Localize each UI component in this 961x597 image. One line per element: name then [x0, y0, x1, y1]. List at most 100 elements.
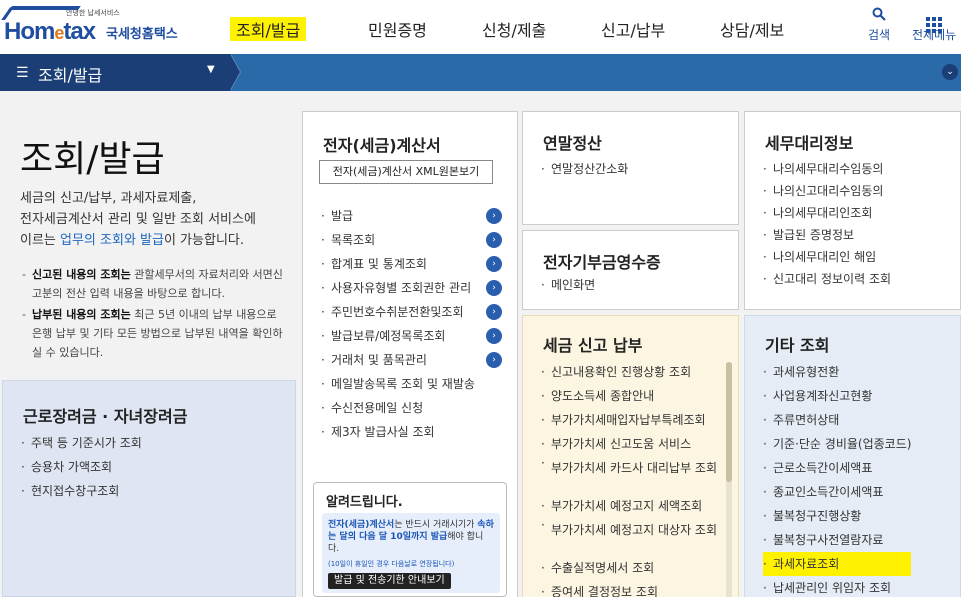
list-item[interactable]: 부가가치세 예정고지 대상자 조회: [541, 518, 727, 556]
list-item[interactable]: 목록조회›: [321, 228, 502, 252]
other-inquiry-panel: 기타 조회 과세유형전환 사업용계좌신고현황 주류면허상태 기준·단순 경비율(…: [744, 315, 961, 597]
scrollbar-thumb[interactable]: [726, 362, 732, 482]
panel-title: 전자기부금영수증: [543, 253, 661, 272]
list-item[interactable]: 부가가치세매입자납부특례조회: [541, 408, 727, 432]
list-item[interactable]: 나의세무대리수임동의: [763, 158, 891, 180]
all-menu-button[interactable]: 전체메뉴: [912, 6, 956, 43]
list-item[interactable]: 사업용계좌신고현황: [763, 384, 911, 408]
list-item[interactable]: 사용자유형별 조회권한 관리›: [321, 276, 502, 300]
list-item[interactable]: 현지접수창구조회: [21, 479, 142, 503]
tax-filing-list: 신고내용확인 진행상황 조회 양도소득세 종합안내 부가가치세매입자납부특례조회…: [541, 360, 727, 597]
hamburger-icon: ☰: [16, 65, 29, 81]
list-item[interactable]: 증여세 결정정보 조회: [541, 580, 727, 597]
list-item[interactable]: 불복청구진행상황: [763, 504, 911, 528]
gnb-menu-application[interactable]: 신청/제출: [482, 17, 546, 41]
gnb-menu-inquiry[interactable]: 조회/발급: [230, 17, 307, 41]
list-item[interactable]: 수신전용메일 신청: [321, 396, 501, 420]
list-item[interactable]: 부가가치세 예정고지 세액조회: [541, 494, 727, 518]
incentive-panel: 근로장려금 · 자녀장려금 주택 등 기준시가 조회 승용차 가액조회 현지접수…: [2, 380, 296, 597]
search-button[interactable]: 검색: [868, 6, 890, 43]
intro-link[interactable]: 업무의 조회와 발급: [60, 233, 164, 248]
list-item[interactable]: 발급›: [321, 204, 502, 228]
notice-title: 알려드립니다.: [326, 495, 403, 510]
hometax-logo[interactable]: 안녕한 납세서비스 Hometax 국세청홈택스: [1, 4, 194, 48]
list-item[interactable]: 발급보류/예정목록조회›: [321, 324, 502, 348]
list-item[interactable]: 주류면허상태: [763, 408, 911, 432]
gnb-menu-certificate[interactable]: 민원증명: [368, 17, 427, 41]
chevron-right-icon[interactable]: ›: [486, 304, 502, 320]
list-item[interactable]: 나의세무대리인조회: [763, 202, 891, 224]
einvoice-list: 발급› 목록조회› 합계표 및 통계조회› 사용자유형별 조회권한 관리› 주민…: [321, 204, 507, 444]
expand-chevron-icon[interactable]: ⌄: [942, 64, 958, 80]
xml-view-button[interactable]: 전자(세금)계산서 XML원본보기: [319, 160, 493, 184]
panel-title: 전자(세금)계산서: [323, 136, 441, 155]
logo-wordmark: Hometax: [4, 18, 96, 45]
incentive-list: 주택 등 기준시가 조회 승용차 가액조회 현지접수창구조회: [21, 431, 142, 503]
other-inquiry-list: 과세유형전환 사업용계좌신고현황 주류면허상태 기준·단순 경비율(업종코드) …: [763, 360, 912, 597]
chevron-right-icon[interactable]: ›: [486, 256, 502, 272]
gnb-menu-consult[interactable]: 상담/제보: [720, 17, 784, 41]
list-item[interactable]: 과세유형전환: [763, 360, 911, 384]
donation-panel: 전자기부금영수증 메인화면: [522, 230, 739, 310]
notice-box: 알려드립니다. 전자(세금)계산서는 반드시 거래시기가 속하는 달의 다음 달…: [313, 482, 507, 597]
yearend-list: 연말정산간소화: [541, 157, 628, 181]
list-item[interactable]: 부가가치세 카드사 대리납부 조회: [541, 456, 727, 494]
list-item[interactable]: 수출실적명세서 조회: [541, 556, 727, 580]
list-item[interactable]: 종교인소득간이세액표: [763, 480, 911, 504]
list-item[interactable]: 부가가치세 신고도움 서비스: [541, 432, 727, 456]
panel-title: 연말정산: [543, 134, 602, 153]
chevron-right-icon[interactable]: ›: [486, 280, 502, 296]
chevron-right-icon[interactable]: ›: [486, 232, 502, 248]
caret-down-icon: ▼: [207, 64, 215, 75]
notice-small-text: (10일이 휴일인 경우 다음날로 연장됩니다): [328, 560, 455, 568]
panel-scrollbar[interactable]: [726, 362, 732, 597]
logo-korean-name: 국세청홈택스: [106, 27, 178, 42]
chevron-right-icon[interactable]: ›: [486, 352, 502, 368]
list-item[interactable]: 주택 등 기준시가 조회: [21, 431, 142, 455]
list-item[interactable]: 메인화면: [541, 273, 595, 297]
list-item[interactable]: 양도소득세 종합안내: [541, 384, 727, 408]
intro-description: 세금의 신고/납부, 과세자료제출, 전자세금계산서 관리 및 일반 조회 서비…: [20, 191, 256, 248]
list-item[interactable]: 신고대리 정보이력 조회: [763, 268, 891, 290]
tax-agent-panel: 세무대리정보 나의세무대리수임동의 나의신고대리수임동의 나의세무대리인조회 발…: [744, 111, 961, 310]
note-paid-inquiry: 납부된 내용의 조회는 최근 5년 이내의 납부 내용으로 은행 납부 및 기타…: [20, 305, 290, 362]
panel-title: 세무대리정보: [765, 134, 854, 153]
panel-title: 근로장려금 · 자녀장려금: [23, 407, 188, 426]
list-item[interactable]: 메일발송목록 조회 및 재발송: [321, 372, 501, 396]
chevron-right-icon[interactable]: ›: [486, 208, 502, 224]
tax-agent-list: 나의세무대리수임동의 나의신고대리수임동의 나의세무대리인조회 발급된 증명정보…: [763, 158, 891, 290]
note-reported-inquiry: 신고된 내용의 조회는 관할세무서의 자료처리와 서면신고분의 전산 입력 내용…: [20, 265, 290, 303]
grid-menu-icon: [912, 6, 956, 33]
list-item[interactable]: 나의신고대리수임동의: [763, 180, 891, 202]
list-item[interactable]: 근로소득간이세액표: [763, 456, 911, 480]
list-item[interactable]: 제3자 발급사실 조회: [321, 420, 501, 444]
list-item[interactable]: 발급된 증명정보: [763, 224, 891, 246]
list-item[interactable]: 불복청구사전열람자료: [763, 528, 911, 552]
notice-content: 전자(세금)계산서는 반드시 거래시기가 속하는 달의 다음 달 10일까지 발…: [322, 513, 500, 593]
chevron-right-icon[interactable]: ›: [486, 328, 502, 344]
list-item-tax-data-inquiry[interactable]: 과세자료조회: [763, 552, 912, 576]
panel-title: 기타 조회: [765, 336, 830, 355]
logo-tagline: 안녕한 납세서비스: [66, 9, 120, 17]
list-item[interactable]: 기준·단순 경비율(업종코드): [763, 432, 911, 456]
einvoice-panel: 전자(세금)계산서 전자(세금)계산서 XML원본보기 발급› 목록조회› 합계…: [302, 111, 518, 597]
list-item[interactable]: 주민번호수취분전환및조회›: [321, 300, 502, 324]
list-item[interactable]: 합계표 및 통계조회›: [321, 252, 502, 276]
section-nav-bar: ☰ 조회/발급 ▼ ⌄: [0, 54, 961, 91]
list-item[interactable]: 신고내용확인 진행상황 조회: [541, 360, 727, 384]
deadline-guide-button[interactable]: 발급 및 전송기한 안내보기: [328, 573, 451, 589]
search-icon: [868, 6, 890, 24]
all-menu-label: 전체메뉴: [912, 28, 957, 42]
section-title: 조회/발급: [38, 66, 103, 85]
search-label: 검색: [868, 28, 891, 42]
list-item[interactable]: 거래처 및 품목관리›: [321, 348, 502, 372]
list-item[interactable]: 승용차 가액조회: [21, 455, 142, 479]
list-item[interactable]: 납세관리인 위임자 조회: [763, 576, 911, 597]
section-dropdown[interactable]: ☰ 조회/발급 ▼: [0, 54, 230, 91]
list-item[interactable]: 연말정산간소화: [541, 157, 628, 181]
gnb-menu-report-pay[interactable]: 신고/납부: [601, 17, 665, 41]
list-item[interactable]: 나의세무대리인 해임: [763, 246, 891, 268]
donation-list: 메인화면: [541, 273, 595, 297]
nav-arrow: [230, 54, 240, 90]
page-title: 조회/발급: [20, 139, 165, 180]
